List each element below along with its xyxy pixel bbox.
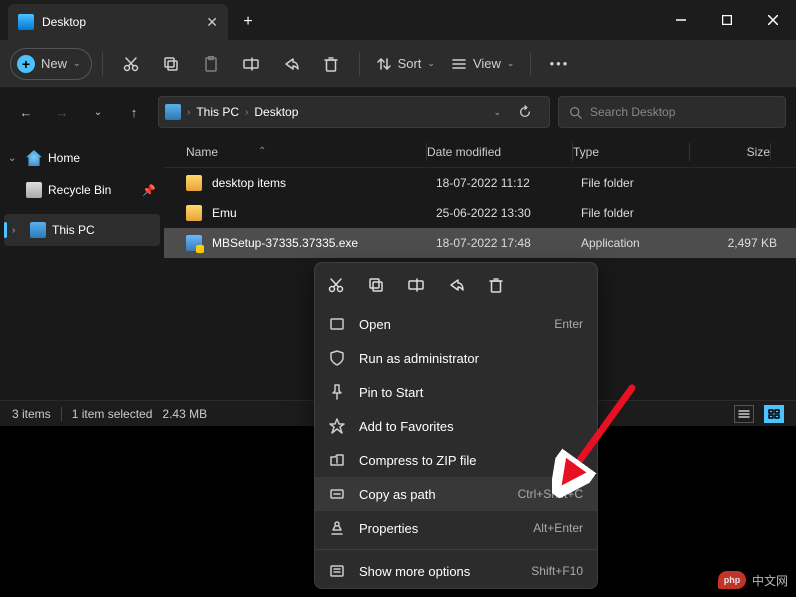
sidebar-label: This PC (52, 223, 95, 237)
share-button[interactable] (273, 48, 309, 80)
home-icon (26, 150, 42, 166)
separator (315, 549, 597, 550)
toolbar: + New ⌄ Sort ⌄ View ⌄ ••• (0, 40, 796, 88)
column-headers: Name⌃ Date modified Type Size (164, 136, 796, 168)
tab-title: Desktop (42, 15, 198, 29)
more-button[interactable]: ••• (541, 48, 577, 80)
shield-icon (329, 350, 345, 366)
rename-icon[interactable] (407, 276, 425, 294)
pin-icon (329, 384, 345, 400)
search-placeholder: Search Desktop (590, 105, 675, 119)
new-label: New (41, 56, 67, 71)
sort-label: Sort (398, 56, 422, 71)
view-label: View (473, 56, 501, 71)
file-row[interactable]: Emu 25-06-2022 13:30 File folder (164, 198, 796, 228)
delete-button[interactable] (313, 48, 349, 80)
titlebar[interactable]: Desktop ✕ + (0, 0, 796, 40)
pin-icon[interactable]: 📌 (142, 184, 156, 197)
context-quickactions (315, 263, 597, 307)
details-view-button[interactable] (734, 405, 754, 423)
column-type[interactable]: Type (573, 145, 689, 159)
open-icon (329, 316, 345, 332)
address-bar[interactable]: › This PC › Desktop ⌄ (158, 96, 550, 128)
chevron-right-icon: › (245, 107, 248, 118)
chevron-down-icon: ⌄ (427, 58, 435, 69)
sidebar-label: Home (48, 151, 80, 165)
sidebar-label: Recycle Bin (48, 183, 111, 197)
chevron-right-icon: › (187, 107, 190, 118)
pc-icon (165, 104, 181, 120)
paste-button[interactable] (193, 48, 229, 80)
sidebar: ⌄ Home Recycle Bin 📌 › This PC (0, 136, 164, 400)
properties-icon (329, 520, 345, 536)
context-pin-start[interactable]: Pin to Start (315, 375, 597, 409)
minimize-button[interactable] (658, 0, 704, 40)
search-input[interactable]: Search Desktop (558, 96, 786, 128)
thumbnails-view-button[interactable] (764, 405, 784, 423)
sidebar-item-thispc[interactable]: › This PC (4, 214, 160, 246)
forward-button[interactable]: → (46, 96, 78, 128)
navbar: ← → ⌄ ↑ › This PC › Desktop ⌄ Search Des… (0, 88, 796, 136)
desktop-icon (18, 14, 34, 30)
context-properties[interactable]: Properties Alt+Enter (315, 511, 597, 545)
close-tab-icon[interactable]: ✕ (206, 14, 218, 31)
watermark: php 中文网 (718, 571, 788, 589)
recycle-bin-icon (26, 182, 42, 198)
file-row-selected[interactable]: MBSetup-37335.37335.exe 18-07-2022 17:48… (164, 228, 796, 258)
refresh-button[interactable] (507, 96, 543, 128)
zip-icon (329, 452, 345, 468)
chevron-down-icon[interactable]: ⌄ (493, 107, 501, 118)
sort-button[interactable]: Sort ⌄ (370, 48, 441, 80)
star-icon (329, 418, 345, 434)
context-compress-zip[interactable]: Compress to ZIP file (315, 443, 597, 477)
view-button[interactable]: View ⌄ (445, 48, 521, 80)
more-options-icon (329, 563, 345, 579)
chevron-down-icon[interactable]: ⌄ (82, 96, 114, 128)
context-menu: Open Enter Run as administrator Pin to S… (314, 262, 598, 589)
column-name[interactable]: Name⌃ (176, 145, 426, 159)
column-size[interactable]: Size (690, 145, 770, 159)
share-icon[interactable] (447, 276, 465, 294)
watermark-text: 中文网 (752, 572, 788, 589)
rename-button[interactable] (233, 48, 269, 80)
breadcrumb-root[interactable]: This PC (196, 105, 239, 119)
sidebar-item-recycle[interactable]: Recycle Bin 📌 (0, 174, 164, 206)
folder-icon (186, 175, 202, 191)
copy-icon[interactable] (367, 276, 385, 294)
sort-indicator-icon: ⌃ (258, 146, 266, 157)
folder-icon (186, 205, 202, 221)
status-size: 2.43 MB (162, 407, 207, 421)
close-window-button[interactable] (750, 0, 796, 40)
copy-button[interactable] (153, 48, 189, 80)
cut-button[interactable] (113, 48, 149, 80)
application-icon (186, 235, 202, 251)
status-item-count: 3 items (12, 407, 51, 421)
new-button[interactable]: + New ⌄ (10, 48, 92, 80)
copy-path-icon (329, 486, 345, 502)
context-copy-as-path[interactable]: Copy as path Ctrl+Shift+C (315, 477, 597, 511)
new-tab-button[interactable]: + (228, 4, 268, 40)
chevron-down-icon: ⌄ (507, 58, 515, 69)
chevron-down-icon[interactable]: ⌄ (8, 153, 20, 164)
breadcrumb-current[interactable]: Desktop (254, 105, 298, 119)
pc-icon (30, 222, 46, 238)
watermark-logo: php (718, 571, 746, 589)
context-open[interactable]: Open Enter (315, 307, 597, 341)
tab-desktop[interactable]: Desktop ✕ (8, 4, 228, 40)
maximize-button[interactable] (704, 0, 750, 40)
up-button[interactable]: ↑ (118, 96, 150, 128)
context-add-favorites[interactable]: Add to Favorites (315, 409, 597, 443)
file-row[interactable]: desktop items 18-07-2022 11:12 File fold… (164, 168, 796, 198)
back-button[interactable]: ← (10, 96, 42, 128)
plus-icon: + (17, 55, 35, 73)
context-runas-admin[interactable]: Run as administrator (315, 341, 597, 375)
sidebar-item-home[interactable]: ⌄ Home (0, 142, 164, 174)
chevron-down-icon: ⌄ (73, 58, 81, 69)
column-date[interactable]: Date modified (427, 145, 572, 159)
status-selected: 1 item selected (72, 407, 153, 421)
context-show-more[interactable]: Show more options Shift+F10 (315, 554, 597, 588)
delete-icon[interactable] (487, 276, 505, 294)
cut-icon[interactable] (327, 276, 345, 294)
chevron-right-icon[interactable]: › (12, 225, 24, 236)
